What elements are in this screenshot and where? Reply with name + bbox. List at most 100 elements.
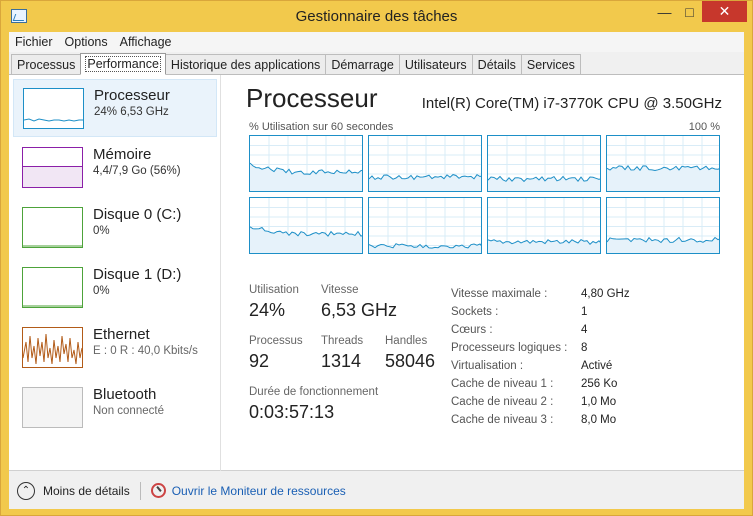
sidebar-item-value: 4,4/7,9 Go (56%) [93, 165, 181, 177]
tab-performance[interactable]: Performance [80, 53, 166, 75]
stat-utilisation: Utilisation 24% [249, 284, 299, 321]
chevron-up-icon[interactable]: ⌃ [17, 481, 35, 500]
divider [139, 481, 141, 500]
core-graph-3 [487, 135, 601, 192]
spec-row: Processeurs logiques : 8 [451, 339, 731, 357]
ethernet-thumbnail [22, 327, 83, 368]
title-bar[interactable]: Gestionnaire des tâches — □ ✕ [1, 1, 752, 32]
spec-value: 1 [581, 306, 588, 318]
tab-utilisateurs[interactable]: Utilisateurs [398, 54, 473, 74]
spec-value: 1,0 Mo [581, 396, 617, 408]
memoire-thumbnail [22, 147, 83, 188]
spec-value: 8,0 Mo [581, 414, 617, 426]
sidebar-item-disque-1[interactable]: Disque 1 (D:) 0% [13, 259, 217, 317]
resource-monitor-icon[interactable] [150, 483, 166, 498]
disque-0-thumbnail [22, 207, 83, 248]
spec-value: 4 [581, 324, 588, 336]
spec-key: Cache de niveau 2 : [451, 396, 554, 408]
disque-1-thumbnail [22, 267, 83, 308]
sidebar-item-label: Disque 0 (C:) [93, 206, 182, 223]
utilization-max: 100 % [688, 121, 720, 133]
spec-value: 4,80 GHz [581, 288, 630, 300]
cpu-core-graphs [249, 135, 720, 254]
maximize-button[interactable]: □ [677, 1, 702, 22]
sidebar-item-ethernet[interactable]: Ethernet E : 0 R : 40,0 Kbits/s [13, 319, 217, 377]
spec-value: 256 Ko [581, 378, 618, 390]
spec-row: Cache de niveau 2 : 1,0 Mo [451, 393, 731, 411]
processeur-thumbnail [23, 88, 84, 129]
spec-row: Sockets : 1 [451, 303, 731, 321]
stat-value: 1314 [321, 351, 362, 371]
spec-key: Vitesse maximale : [451, 288, 548, 300]
minimize-button[interactable]: — [652, 1, 677, 22]
tab-processus[interactable]: Processus [11, 54, 82, 74]
spec-key: Processeurs logiques : [451, 342, 568, 354]
sidebar-item-label: Processeur [94, 87, 170, 104]
sidebar-item-processeur[interactable]: Processeur 24% 6,53 GHz [13, 79, 217, 137]
stat-processus: Processus 92 [249, 335, 303, 372]
task-manager-window: Gestionnaire des tâches — □ ✕ Fichier Op… [0, 0, 753, 516]
menu-fichier[interactable]: Fichier [15, 35, 53, 49]
stat-vitesse: Vitesse 6,53 GHz [321, 284, 397, 321]
stat-threads: Threads 1314 [321, 335, 363, 372]
sidebar-item-memoire[interactable]: Mémoire 4,4/7,9 Go (56%) [13, 139, 217, 197]
tab-demarrage[interactable]: Démarrage [325, 54, 400, 74]
spec-row: Virtualisation : Activé [451, 357, 731, 375]
stat-uptime: Durée de fonctionnement 0:03:57:13 [249, 386, 378, 423]
bluetooth-thumbnail [22, 387, 83, 428]
core-graph-5 [249, 197, 363, 254]
spec-key: Cache de niveau 3 : [451, 414, 554, 426]
spec-key: Sockets : [451, 306, 499, 318]
less-details-button[interactable]: Moins de détails [43, 484, 130, 498]
sidebar-item-label: Bluetooth [93, 386, 157, 403]
window-title: Gestionnaire des tâches [295, 8, 458, 25]
core-graph-2 [368, 135, 482, 192]
core-graph-8 [606, 197, 720, 254]
stat-label: Threads [321, 335, 364, 347]
resource-sidebar: Processeur 24% 6,53 GHz Mémoire 4,4/7,9 … [9, 75, 221, 471]
spec-row: Vitesse maximale : 4,80 GHz [451, 285, 731, 303]
core-graph-4 [606, 135, 720, 192]
stat-label: Processus [249, 335, 303, 347]
sidebar-item-value: 0% [93, 225, 110, 237]
menu-affichage[interactable]: Affichage [120, 35, 172, 49]
spec-row: Cache de niveau 3 : 8,0 Mo [451, 411, 731, 429]
spec-key: Cache de niveau 1 : [451, 378, 554, 390]
tab-details[interactable]: Détails [471, 54, 522, 74]
sidebar-item-bluetooth[interactable]: Bluetooth Non connecté [13, 379, 217, 437]
stat-label: Vitesse [321, 284, 359, 296]
spec-key: Virtualisation : [451, 360, 524, 372]
stat-value: 58046 [385, 351, 436, 371]
sidebar-item-label: Ethernet [93, 326, 150, 343]
stat-label: Handles [385, 335, 428, 347]
tab-bar: Processus Performance Historique des app… [9, 53, 744, 75]
cpu-model: Intel(R) Core(TM) i7-3770K CPU @ 3.50GHz [421, 95, 722, 112]
sidebar-item-value: 0% [93, 285, 110, 297]
spec-row: Cache de niveau 1 : 256 Ko [451, 375, 731, 393]
footer: ⌃ Moins de détails Ouvrir le Moniteur de… [9, 472, 744, 509]
menu-options[interactable]: Options [65, 35, 108, 49]
spec-row: Cœurs : 4 [451, 321, 731, 339]
stat-value: 92 [249, 351, 270, 371]
close-button[interactable]: ✕ [702, 1, 747, 22]
sidebar-item-disque-0[interactable]: Disque 0 (C:) 0% [13, 199, 217, 257]
stat-label: Durée de fonctionnement [249, 386, 379, 398]
sidebar-item-value: Non connecté [93, 405, 164, 417]
performance-panel: Processeur 24% 6,53 GHz Mémoire 4,4/7,9 … [9, 75, 744, 471]
sidebar-item-value: 24% 6,53 GHz [94, 106, 169, 118]
stat-label: Utilisation [249, 284, 299, 296]
stat-value: 24% [249, 300, 286, 320]
cpu-detail: Processeur Intel(R) Core(TM) i7-3770K CP… [222, 75, 744, 471]
spec-value: Activé [581, 360, 613, 372]
page-title: Processeur [246, 83, 378, 113]
cpu-specs: Vitesse maximale : 4,80 GHz Sockets : 1 Cœ… [451, 285, 731, 429]
spec-value: 8 [581, 342, 588, 354]
stat-value: 0:03:57:13 [249, 402, 335, 422]
tab-historique[interactable]: Historique des applications [164, 54, 327, 74]
menu-bar: Fichier Options Affichage [9, 32, 744, 52]
core-graph-7 [487, 197, 601, 254]
core-graph-6 [368, 197, 482, 254]
resource-monitor-link[interactable]: Ouvrir le Moniteur de ressources [172, 484, 346, 498]
sidebar-item-label: Mémoire [93, 146, 152, 163]
tab-services[interactable]: Services [520, 54, 581, 74]
